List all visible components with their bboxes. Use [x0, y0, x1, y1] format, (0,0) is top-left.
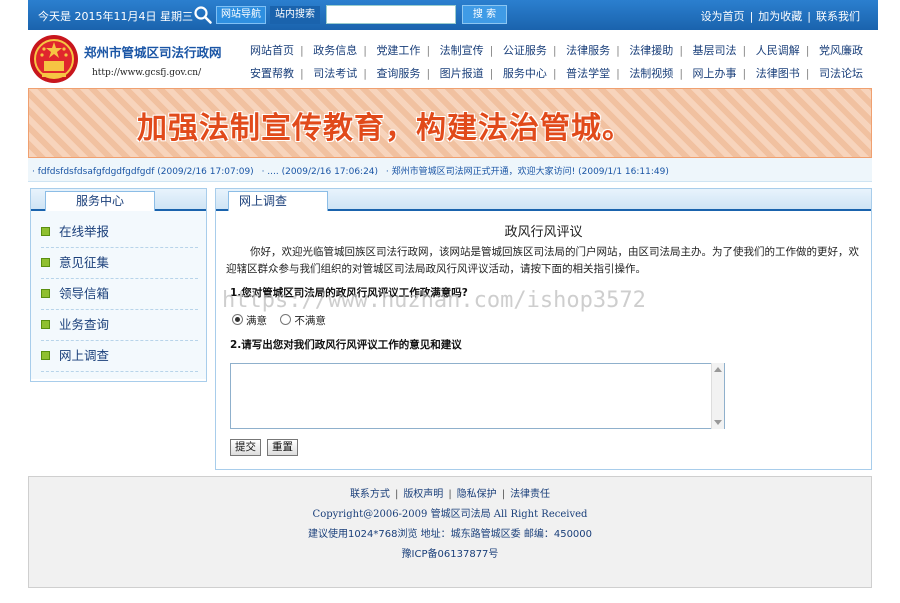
- national-emblem-icon: [30, 35, 78, 83]
- search-button[interactable]: 搜 索: [462, 5, 507, 24]
- site-footer: 联系方式 | 版权声明 | 隐私保护 | 法律责任 Copyright@2006-2009 …: [28, 476, 872, 588]
- slogan-banner: 加强法制宣传教育，构建法治管城。: [28, 88, 872, 158]
- nav-photo-news[interactable]: 图片报道: [440, 65, 484, 81]
- survey-title: 政风行风评议: [504, 225, 583, 240]
- nav-forum[interactable]: 司法论坛: [819, 65, 863, 81]
- top-bar: 今天是 2015年11月4日 星期三 网站导航 站内搜索 搜 索 设为首页 | 加为…: [28, 0, 878, 30]
- survey-intro: 你好，欢迎光临管城回族区司法行政网，该网站是管城回族区司法局的门户网站，由区司法…: [226, 246, 859, 275]
- question-2: 2.请写出您对我们政风行风评议工作的意见和建议: [230, 339, 462, 351]
- scroll-down-icon[interactable]: [714, 420, 722, 425]
- sidebar-item-mailbox[interactable]: 领导信箱: [41, 279, 198, 310]
- scroll-up-icon[interactable]: [714, 367, 722, 372]
- footer-link-copyright[interactable]: 版权声明: [403, 489, 443, 500]
- sidebar-item-label: 意见征集: [59, 255, 110, 270]
- bullet-square-icon: [41, 351, 50, 360]
- search-icon[interactable]: [193, 5, 213, 25]
- nav-notary[interactable]: 公证服务: [503, 42, 547, 58]
- sidebar-title: 服务中心: [45, 191, 155, 211]
- nav-legal-service[interactable]: 法律服务: [566, 42, 610, 58]
- sidebar-item-survey[interactable]: 网上调查: [41, 341, 198, 372]
- nav-legal-promo[interactable]: 法制宣传: [440, 42, 484, 58]
- footer-icp[interactable]: 豫ICP备06137877号: [29, 545, 871, 560]
- radio-satisfied[interactable]: [232, 314, 243, 325]
- bullet-square-icon: [41, 227, 50, 236]
- option-satisfied-label: 满意: [246, 315, 267, 327]
- question-1-options: 满意 不满意: [232, 313, 336, 328]
- ticker-item[interactable]: · 郑州市管城区司法网正式开通，欢迎大家访问! (2009/1/1 16:11:…: [386, 167, 669, 177]
- nav-service-center[interactable]: 服务中心: [503, 65, 547, 81]
- contact-us-link[interactable]: 联系我们: [816, 10, 860, 23]
- site-title: 郑州市管城区司法行政网: [84, 45, 222, 60]
- sidebar-item-label: 网上调查: [59, 348, 110, 363]
- option-unsatisfied-label: 不满意: [294, 315, 326, 327]
- search-input[interactable]: [326, 5, 456, 24]
- sidebar-item-business-query[interactable]: 业务查询: [41, 310, 198, 341]
- nav-integrity[interactable]: 党风廉政: [819, 42, 863, 58]
- site-nav-button[interactable]: 网站导航: [216, 6, 266, 24]
- radio-unsatisfied[interactable]: [280, 314, 292, 325]
- footer-link-privacy[interactable]: 隐私保护: [457, 489, 497, 500]
- footer-address: 建议使用1024*768浏览 地址：城东路管城区委 邮编：450000: [307, 529, 593, 540]
- nav-grassroots[interactable]: 基层司法: [693, 42, 737, 58]
- ticker-item[interactable]: · .... (2009/2/16 17:06:24): [262, 167, 378, 177]
- add-favorite-link[interactable]: 加为收藏: [758, 10, 802, 23]
- footer-links: 联系方式 | 版权声明 | 隐私保护 | 法律责任: [349, 489, 551, 500]
- sidebar-item-label: 业务查询: [59, 317, 110, 332]
- main-nav-row-1: 网站首页 | 政务信息 | 党建工作 | 法制宣传 | 公证服务 | 法律服务 | 法律援助…: [250, 42, 863, 58]
- watermark-text: https://www.huzhan.com/ishop3572: [222, 288, 646, 313]
- footer-copyright: Copyright@2006-2009 管城区司法局 All Right Rec…: [312, 509, 588, 520]
- site-header: 郑州市管城区司法行政网 http://www.gcsfj.gov.cn/ 网站首…: [28, 30, 878, 88]
- submit-button[interactable]: 提交: [230, 439, 261, 456]
- nav-law-school[interactable]: 普法学堂: [566, 65, 610, 81]
- banner-slogan: 加强法制宣传教育，构建法治管城。: [137, 111, 633, 146]
- top-links: 设为首页 | 加为收藏 | 联系我们: [700, 10, 860, 23]
- reset-button[interactable]: 重置: [267, 439, 298, 456]
- nav-law-books[interactable]: 法律图书: [756, 65, 800, 81]
- sidebar-item-label: 在线举报: [59, 224, 110, 239]
- nav-home[interactable]: 网站首页: [250, 42, 294, 58]
- nav-query[interactable]: 查询服务: [376, 65, 420, 81]
- nav-party-work[interactable]: 党建工作: [376, 42, 420, 58]
- nav-legal-video[interactable]: 法制视频: [629, 65, 673, 81]
- site-search-tab[interactable]: 站内搜索: [270, 6, 320, 24]
- nav-judicial-exam[interactable]: 司法考试: [313, 65, 357, 81]
- sidebar-item-label: 领导信箱: [59, 286, 110, 301]
- footer-link-contact[interactable]: 联系方式: [350, 489, 390, 500]
- sidebar-item-opinion[interactable]: 意见征集: [41, 248, 198, 279]
- comment-textarea[interactable]: [230, 363, 725, 429]
- main-nav-row-2: 安置帮教 | 司法考试 | 查询服务 | 图片报道 | 服务中心 | 普法学堂 | 法制视频…: [250, 65, 863, 81]
- nav-gov-info[interactable]: 政务信息: [313, 42, 357, 58]
- ticker-item[interactable]: · fdfdsfdsfdsafgfdgdfgdfgdf (2009/2/16 1…: [32, 167, 254, 177]
- sidebar-item-online-report[interactable]: 在线举报: [41, 217, 198, 248]
- survey-panel-header: 网上调查: [216, 189, 871, 211]
- comment-scrollbar[interactable]: [711, 363, 724, 429]
- footer-link-legal[interactable]: 法律责任: [510, 489, 550, 500]
- bullet-square-icon: [41, 258, 50, 267]
- current-date: 今天是 2015年11月4日 星期三: [38, 10, 193, 23]
- bullet-square-icon: [41, 320, 50, 329]
- survey-panel-tab: 网上调查: [228, 191, 328, 211]
- set-homepage-link[interactable]: 设为首页: [701, 10, 745, 23]
- service-center-sidebar: 服务中心 在线举报 意见征集 领导信箱 业务查询 网上调查: [30, 188, 207, 382]
- news-ticker: · fdfdsfdsfdsafgfdgdfgdfgdf (2009/2/16 1…: [28, 158, 872, 182]
- nav-legal-aid[interactable]: 法律援助: [629, 42, 673, 58]
- survey-panel: 网上调查 政风行风评议 你好，欢迎光临管城回族区司法行政网，该网站是管城回族区司…: [215, 188, 872, 470]
- nav-resettlement[interactable]: 安置帮教: [250, 65, 294, 81]
- nav-mediation[interactable]: 人民调解: [756, 42, 800, 58]
- site-url: http://www.gcsfj.gov.cn/: [92, 68, 202, 78]
- bullet-square-icon: [41, 289, 50, 298]
- sidebar-header: 服务中心: [31, 189, 206, 211]
- nav-online-service[interactable]: 网上办事: [693, 65, 737, 81]
